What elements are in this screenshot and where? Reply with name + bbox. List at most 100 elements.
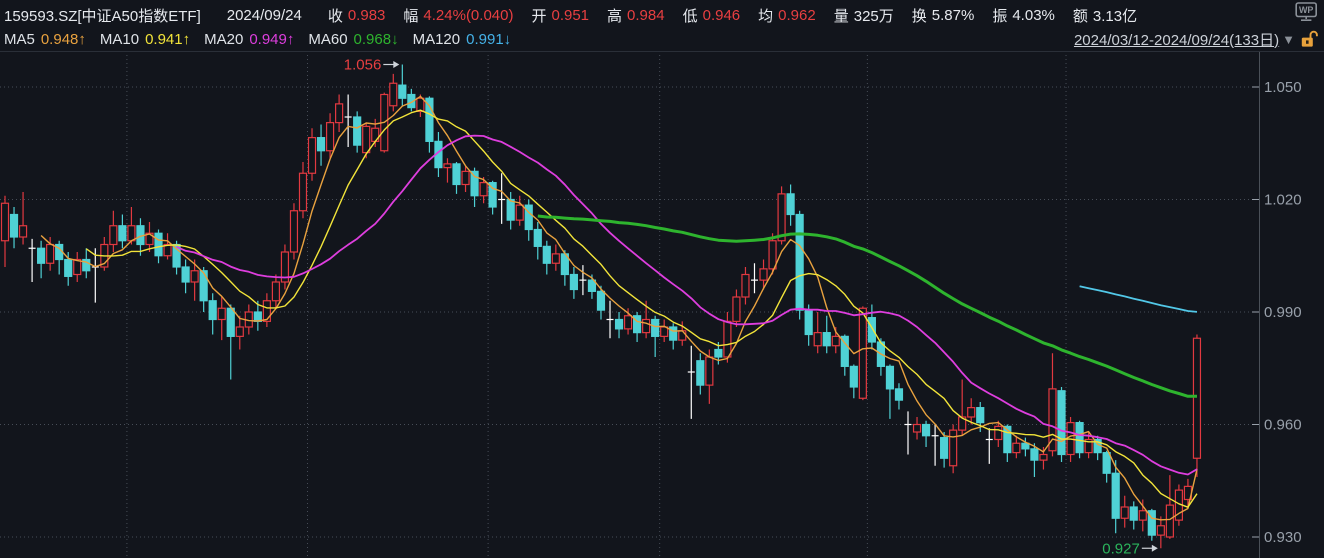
candle-body — [994, 425, 1003, 441]
candle-body — [741, 273, 750, 298]
chevron-down-icon[interactable]: ▼ — [1282, 32, 1295, 47]
candle-body — [46, 243, 55, 264]
candle-body — [678, 330, 687, 341]
app-window: 1.050 1.020 0.990 0.960 0.930 1.056 0.927 1595… — [0, 0, 1324, 558]
annotation-label: 0.927 — [1102, 540, 1140, 557]
candlestick-chart[interactable]: 1.050 1.020 0.990 0.960 0.930 1.056 0.927 — [0, 0, 1324, 558]
ma-label: MA5 — [4, 30, 35, 48]
candle-body — [425, 97, 434, 142]
quote-stat: 高 0.984 — [607, 5, 665, 26]
candle-body — [443, 163, 452, 169]
candle-body — [1165, 504, 1174, 538]
candle-body — [1111, 472, 1120, 519]
unlock-icon[interactable] — [1301, 30, 1318, 48]
date-range-selector[interactable]: 2024/03/12-2024/09/24(133日) — [1074, 29, 1279, 50]
stat-label: 低 — [682, 7, 698, 25]
annotation-label: 1.056 — [344, 57, 382, 74]
candle-body — [885, 365, 895, 390]
candle-body — [714, 348, 723, 358]
candle-body — [723, 320, 732, 358]
ma-label: MA120 — [412, 30, 461, 48]
y-axis-label: 0.960 — [1264, 417, 1302, 434]
stat-value: 0.984 — [627, 6, 665, 24]
quote-stat: 换 5.87% — [912, 5, 975, 26]
candle-body — [479, 182, 488, 197]
header-stats: 收 0.983 幅 4.24%(0.040) 开 0.951 高 0.984 低 0.946 均 0.… — [328, 5, 1155, 26]
quote-stat: 额 3.13亿 — [1073, 5, 1137, 26]
symbol-title: 159593.SZ[中证A50指数ETF] — [4, 7, 201, 25]
y-axis-label: 0.930 — [1264, 529, 1302, 546]
candle-body — [470, 170, 479, 197]
stat-value: 4.24%(0.040) — [423, 6, 514, 24]
stat-value: 4.03% — [1012, 6, 1055, 24]
candle-body — [1057, 390, 1066, 456]
ma-line-20 — [176, 134, 1198, 476]
candle-body — [858, 307, 867, 399]
candle-body — [551, 253, 560, 264]
annotation-arrow-head — [1151, 544, 1158, 552]
candle-body — [353, 116, 362, 146]
candle-body — [669, 326, 678, 341]
candle-body — [362, 125, 371, 154]
candle-body — [190, 270, 199, 283]
ma-value: 0.941↑ — [145, 30, 191, 48]
candle-body — [894, 388, 904, 401]
quote-stat: 均 0.962 — [758, 5, 816, 26]
ma-line-120 — [1079, 285, 1198, 313]
quote-stat: 量 325万 — [834, 5, 894, 26]
candle-body — [813, 332, 822, 347]
stat-label: 高 — [607, 7, 623, 25]
stat-value: 0.962 — [778, 6, 816, 24]
y-axis-label: 1.020 — [1264, 192, 1302, 209]
candle-body — [542, 245, 551, 264]
svg-text:WP: WP — [1299, 5, 1314, 15]
stat-value: 0.983 — [347, 6, 386, 24]
candle-body — [795, 213, 804, 311]
candle-body — [660, 326, 669, 337]
candle-body — [705, 356, 714, 386]
candle-body — [9, 213, 19, 238]
header-separator — [0, 51, 1324, 52]
candle-body — [18, 225, 28, 238]
candle-body — [822, 332, 831, 347]
candle-body — [154, 232, 163, 257]
candle-body — [940, 437, 949, 459]
candle-body — [1102, 452, 1111, 474]
candle-body — [623, 315, 633, 330]
candle-body — [1012, 442, 1021, 454]
candle-body — [912, 423, 922, 433]
candle-body — [298, 172, 308, 212]
stat-value: 5.87% — [931, 6, 975, 24]
annotation-arrow-head — [393, 61, 400, 68]
candle-body — [335, 103, 344, 124]
candle-body — [118, 225, 127, 242]
candle-body — [389, 82, 398, 107]
y-axis-label: 0.990 — [1264, 304, 1302, 321]
chart-header: 159593.SZ[中证A50指数ETF] 2024/09/24 收 0.983 幅… — [0, 0, 1324, 52]
stat-label: 量 — [833, 7, 849, 25]
ma-legend-item: MA5 0.948↑ — [4, 31, 86, 48]
candle-body — [1192, 337, 1202, 459]
current-date: 2024/09/24 — [226, 6, 302, 24]
candle-body — [109, 225, 118, 246]
stat-label: 开 — [531, 7, 547, 25]
header-row-quote: 159593.SZ[中证A50指数ETF] 2024/09/24 收 0.983 幅… — [4, 5, 1155, 25]
stat-value: 0.951 — [551, 6, 590, 24]
candle-body — [867, 317, 876, 343]
y-axis-label: 1.050 — [1264, 79, 1302, 96]
candle-body — [651, 318, 660, 337]
candle-body — [777, 193, 786, 242]
candle-body — [73, 258, 82, 276]
candle-body — [262, 300, 271, 322]
candle-body — [506, 198, 515, 221]
date-range-group: 2024/03/12-2024/09/24(133日) ▼ — [1074, 29, 1318, 49]
quote-stat: 开 0.951 — [531, 5, 589, 26]
candle-body — [768, 240, 777, 270]
candle-body — [307, 137, 317, 174]
ma-line-10 — [85, 109, 1198, 508]
candle-body — [1120, 506, 1129, 519]
quote-stat: 振 4.03% — [992, 5, 1055, 26]
wp-window-icon[interactable]: WP — [1295, 2, 1318, 27]
stat-value: 0.946 — [702, 6, 741, 24]
candle-body — [515, 204, 524, 221]
